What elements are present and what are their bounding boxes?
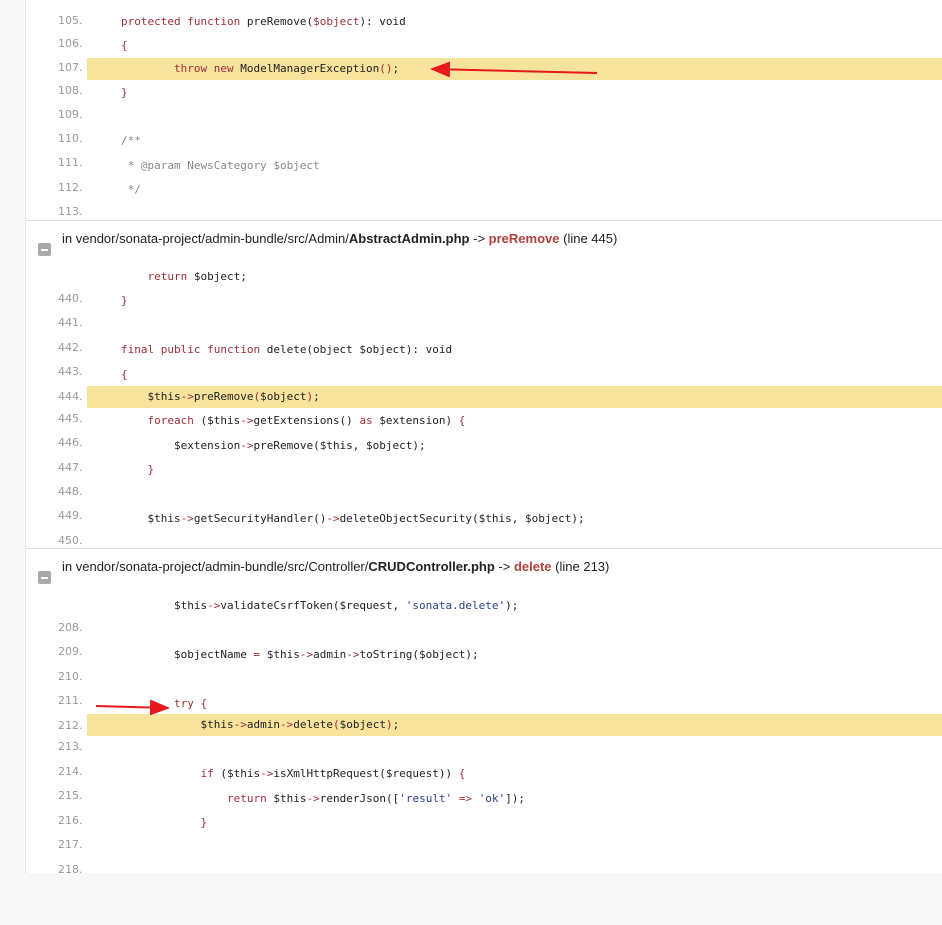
code-line: 450. $this->getSecurityHandler()->delete… [26,508,942,547]
code-text: } [147,463,155,476]
code-line: 112. * @param NewsCategory $object [26,155,942,194]
code-line: 113. */ [26,179,942,218]
collapse-icon[interactable] [38,243,51,256]
code-line: 447. $extension->preRemove($this, $objec… [26,435,942,474]
code-text: $this->getSecurityHandler()->deleteObjec… [121,512,585,525]
code-line: 218. [26,837,942,876]
call-arrow: -> [498,559,511,574]
file-path: in vendor/sonata-project/admin-bundle/sr… [62,559,369,574]
code-line: 442. [26,315,942,354]
code-line: 105. [26,0,942,27]
code-text: return $this->renderJson(['result' => 'o… [226,792,526,805]
code-text: try { [173,697,208,710]
line-number: 218. [58,863,83,876]
code-line: 107. { [26,35,942,74]
file-name: AbstractAdmin.php [348,231,470,246]
code-line: 440. return $object; [26,266,942,305]
line-info: (line 445) [563,231,618,246]
line-info: (line 213) [555,559,610,574]
trace-location: in vendor/sonata-project/admin-bundle/sr… [62,559,609,574]
highlighted-code-line: 213. $this->admin->delete($object); [26,714,942,753]
code-text: } [200,816,208,829]
code-text: final public function delete(object $obj… [121,343,453,356]
code-line: 449. [26,483,942,522]
highlighted-code-line: 108. throw new ModelManagerException(); [26,58,942,97]
code-text: $this->validateCsrfToken($request, 'sona… [121,599,519,612]
code-text: { [121,368,128,381]
code-line: 106. protected function preRemove($objec… [26,11,942,50]
code-line: 215. if ($this->isXmlHttpRequest($reques… [26,763,942,802]
code-line: 443. final public function delete(object… [26,339,942,378]
file-path: in vendor/sonata-project/admin-bundle/sr… [62,231,349,246]
stack-trace-panel: 105. 106. protected function preRemove($… [25,0,942,876]
code-line: 214. [26,739,942,778]
file-name: CRUDController.php [368,559,495,574]
trace-location: in vendor/sonata-project/admin-bundle/sr… [62,231,617,246]
highlighted-code-line: 445. $this->preRemove($object); [26,386,942,425]
code-line: 444. { [26,364,942,403]
code-text: $objectName = $this->admin->toString($ob… [121,648,479,661]
trace-frame-header[interactable]: in vendor/sonata-project/admin-bundle/sr… [26,549,942,585]
code-text: protected function preRemove($object): v… [121,15,406,28]
call-arrow: -> [473,231,486,246]
function-name: delete [513,559,552,574]
code-text: $this->admin->delete($object); [87,714,942,736]
code-line: 448. } [26,459,942,498]
code-line: 446. foreach ($this->getExtensions() as … [26,410,942,449]
code-text: { [121,39,128,52]
trace-frame-header[interactable]: in vendor/sonata-project/admin-bundle/sr… [26,221,942,257]
code-line: 109. } [26,82,942,121]
code-comment: */ [121,183,141,196]
code-text: foreach ($this->getExtensions() as $exte… [147,414,466,427]
code-line: 441. } [26,290,942,329]
code-text: return $object; [147,270,247,283]
code-comment: * @param NewsCategory $object [121,159,320,172]
code-line: 111. /** [26,130,942,169]
code-line: 211. [26,668,942,707]
code-line: 217. } [26,812,942,851]
code-line: 110. [26,106,942,145]
code-line: 210. $objectName = $this->admin->toStrin… [26,644,942,683]
code-text: if ($this->isXmlHttpRequest($request)) { [200,767,466,780]
code-comment: /** [121,134,141,147]
code-text: $this->preRemove($object); [87,386,942,408]
code-text: } [121,86,128,99]
code-text: $extension->preRemove($this, $object); [121,439,426,452]
code-line: 216. return $this->renderJson(['result' … [26,788,942,827]
code-line: 212. try { [26,693,942,732]
code-text: throw new ModelManagerException(); [87,58,942,80]
collapse-icon[interactable] [38,571,51,584]
code-line: 208. $this->validateCsrfToken($request, … [26,595,942,634]
code-text: } [121,294,128,307]
function-name: preRemove [488,231,560,246]
code-line: 209. [26,619,942,658]
